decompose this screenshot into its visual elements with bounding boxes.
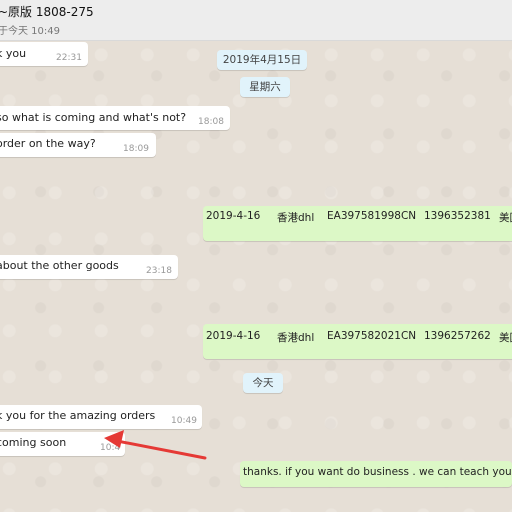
shipment-message-bubble[interactable]: 2019-4-16 香港dhl EA397581998CN 1396352381… — [203, 206, 512, 241]
message-time: 18:08 — [198, 117, 224, 127]
shipment-phone: 1396352381 — [424, 210, 491, 222]
weekday-label: 星期六 — [249, 81, 281, 93]
message-bubble[interactable]: k you 22:31 — [0, 42, 88, 66]
date-separator: 今天 — [243, 373, 283, 393]
message-text: order on the way? — [0, 137, 96, 150]
chat-panel: k you 22:31 2019年4月15日 星期六 so what is co… — [0, 41, 512, 512]
shipment-tracking: EA397581998CN — [327, 210, 417, 222]
message-bubble[interactable]: about the other goods 23:18 — [0, 255, 178, 279]
date-label: 2019年4月15日 — [222, 54, 302, 66]
date-label: 今天 — [252, 377, 274, 389]
shipment-date: 2019-4-16 — [206, 210, 261, 222]
message-bubble[interactable]: order on the way? 18:09 — [0, 133, 156, 157]
message-text: k you for the amazing orders — [0, 409, 156, 422]
message-text: thanks. if you want do business . we can… — [243, 466, 512, 478]
message-text: about the other goods — [0, 259, 119, 272]
message-time: 10:4 — [100, 443, 121, 453]
shipment-phone: 1396257262 — [424, 330, 491, 342]
shipment-destination: 美国 — [499, 212, 512, 224]
message-text: so what is coming and what's not? — [0, 111, 187, 124]
shipment-tracking: EA397582021CN — [327, 330, 417, 342]
message-bubble[interactable]: coming soon 10:4 — [0, 432, 125, 456]
date-separator: 2019年4月15日 — [217, 50, 307, 70]
message-time: 18:09 — [123, 144, 149, 154]
message-time: 23:18 — [146, 266, 172, 276]
chat-header: ~原版 1808-275 于今天 10:49 — [0, 0, 512, 41]
message-time: 10:49 — [171, 416, 197, 426]
message-bubble[interactable]: k you for the amazing orders 10:49 — [0, 405, 202, 429]
contact-name[interactable]: ~原版 1808-275 — [0, 3, 94, 20]
weekday-separator: 星期六 — [240, 77, 290, 97]
message-bubble[interactable]: thanks. if you want do business . we can… — [240, 461, 512, 487]
message-time: 22:31 — [56, 53, 82, 63]
message-text: k you — [0, 47, 27, 60]
shipment-carrier: 香港dhl — [277, 212, 315, 224]
shipment-date: 2019-4-16 — [206, 330, 261, 342]
last-seen-status: 于今天 10:49 — [0, 26, 60, 37]
shipment-message-bubble[interactable]: 2019-4-16 香港dhl EA397582021CN 1396257262… — [203, 324, 512, 359]
shipment-carrier: 香港dhl — [277, 332, 315, 344]
message-bubble[interactable]: so what is coming and what's not? 18:08 — [0, 106, 230, 130]
message-text: coming soon — [0, 436, 67, 449]
shipment-destination: 美国 — [499, 332, 512, 344]
